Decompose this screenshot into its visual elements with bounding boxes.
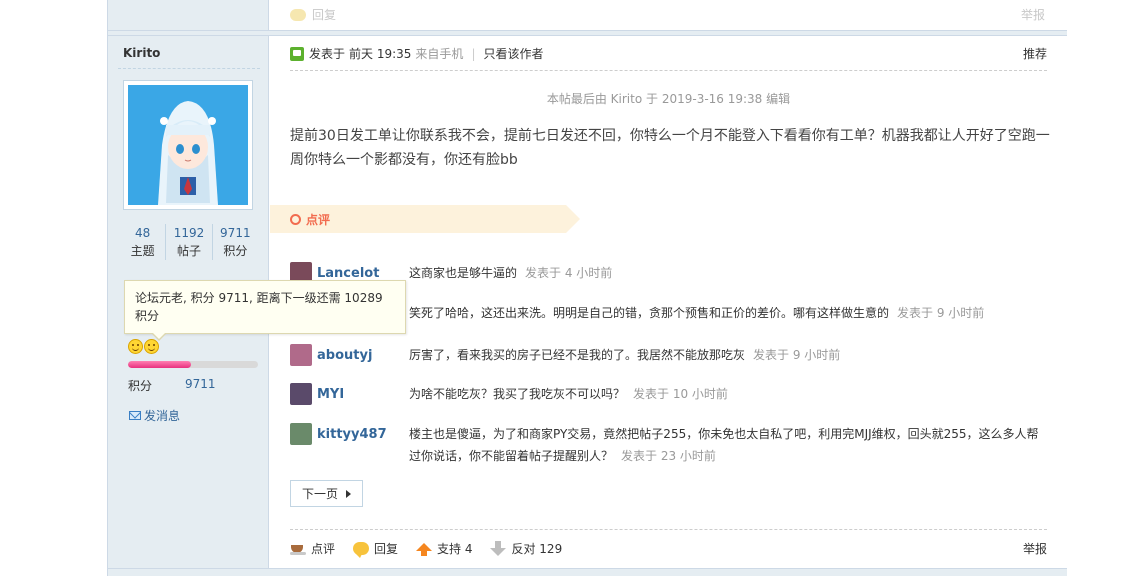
mail-icon (129, 411, 141, 420)
review-text: 这商家也是够牛逼的 发表于 4 小时前 (409, 262, 1049, 284)
send-message-link[interactable]: 发消息 (129, 407, 180, 424)
review-time: 发表于 10 小时前 (633, 387, 728, 401)
rank-tooltip: 论坛元老, 积分 9711, 距离下一级还需 10289 积分 (124, 280, 406, 341)
prev-reply-link[interactable]: 回复 (290, 6, 336, 23)
avatar-image (128, 85, 248, 205)
stat-points-value: 9711 (220, 226, 251, 240)
rank-tooltip-text: 论坛元老, 积分 9711, 距离下一级还需 10289 积分 (135, 291, 383, 323)
review-user[interactable]: MYI (290, 383, 344, 405)
review-user-name[interactable]: MYI (317, 387, 344, 402)
review-text: 为啥不能吃灰？我买了我吃灰不可以吗？ 发表于 10 小时前 (409, 383, 1049, 405)
post-separator (108, 30, 1067, 36)
next-page-label: 下一页 (301, 487, 338, 501)
review-body: 笑死了哈哈，这还出来洗。明明是自己的错，贪那个预售和正价的差价。哪有这样做生意的 (409, 306, 890, 320)
rank-progress-fill (128, 361, 192, 368)
review-body: 厉害了，看来我买的房子已经不是我的了。我居然不能放那吃灰 (409, 348, 746, 362)
tooltip-arrow (151, 332, 167, 341)
next-page-button[interactable]: 下一页 (290, 480, 363, 507)
review-time: 发表于 4 小时前 (525, 266, 613, 280)
divider (290, 70, 1047, 71)
post-header: 发表于 前天 19:35 来自手机 | 只看该作者 (290, 45, 1047, 62)
review-user-name[interactable]: aboutyj (317, 348, 372, 363)
review-user[interactable]: kittyy487 (290, 423, 387, 445)
divider (290, 529, 1047, 530)
posted-time: 前天 19:35 (349, 47, 412, 61)
divider (118, 68, 260, 69)
stat-threads[interactable]: 48 主题 (120, 224, 167, 260)
stat-threads-value: 48 (135, 226, 151, 240)
review-body: 这商家也是够牛逼的 (409, 266, 518, 280)
review-user-avatar[interactable] (290, 383, 312, 405)
stat-posts-value: 1192 (173, 226, 205, 240)
author-avatar[interactable] (123, 80, 253, 210)
chevron-right-icon (346, 489, 351, 498)
stat-posts-label: 帖子 (176, 244, 201, 258)
oppose-button[interactable]: 反对 129 (490, 540, 562, 557)
reply-button-label: 回复 (374, 542, 399, 556)
rank-medals (128, 339, 159, 354)
score-value: 9711 (185, 377, 216, 391)
author-name[interactable]: Kirito (123, 46, 160, 60)
review-ring-icon (290, 213, 301, 225)
arrow-down-icon (490, 540, 507, 556)
review-user-name[interactable]: kittyy487 (317, 427, 387, 442)
author-stats: 48 主题 1192 帖子 9711 积分 (120, 224, 258, 260)
support-button-label: 支持 4 (437, 542, 473, 556)
review-time: 发表于 9 小时前 (753, 348, 841, 362)
post-container: Kirito 48 主题 1192 帖子 9711 积分 积分 9711 发消息… (107, 0, 1067, 576)
review-section-label: 点评 (306, 212, 331, 227)
support-button[interactable]: 支持 4 (416, 540, 472, 557)
arrow-up-icon (416, 542, 433, 556)
review-user-avatar[interactable] (290, 423, 312, 445)
stat-posts[interactable]: 1192 帖子 (166, 224, 213, 260)
coffee-cup-icon (290, 542, 306, 556)
only-author-link[interactable]: 只看该作者 (483, 45, 543, 62)
post-content: 提前30日发工单让你联系我不会，提前七日发还不回，你特么一个月不能登入下看看你有… (290, 128, 1050, 168)
posted-prefix: 发表于 (309, 47, 346, 61)
stat-points-label: 积分 (223, 244, 248, 258)
report-link[interactable]: 举报 (1023, 540, 1047, 557)
header-separator: | (471, 46, 476, 61)
rank-progress-bar (128, 361, 258, 368)
review-time: 发表于 9 小时前 (897, 306, 985, 320)
review-user-avatar[interactable] (290, 344, 312, 366)
review-section-tag: 点评 (270, 205, 580, 233)
stat-points[interactable]: 9711 积分 (213, 224, 258, 260)
prev-report-link[interactable]: 举报 (1021, 6, 1045, 23)
post-separator (108, 568, 1067, 576)
reply-button[interactable]: 回复 (353, 540, 399, 558)
review-user[interactable]: aboutyj (290, 344, 372, 366)
smiley-medal-icon (128, 339, 143, 354)
review-body: 楼主也是傻逼，为了和商家PY交易，竟然把帖子255，你未免也太自私了吧，利用完M… (409, 427, 1039, 463)
recommend-link[interactable]: 推荐 (1023, 45, 1047, 62)
review-text: 笑死了哈哈，这还出来洗。明明是自己的错，贪那个预售和正价的差价。哪有这样做生意的… (409, 302, 1049, 324)
speech-bubble-icon (353, 542, 370, 558)
smiley-medal-icon (144, 339, 159, 354)
score-label: 积分 (128, 379, 153, 393)
review-body: 为啥不能吃灰？我买了我吃灰不可以吗？ (409, 387, 626, 401)
oppose-button-label: 反对 129 (511, 542, 563, 556)
from-mobile-link[interactable]: 来自手机 (415, 45, 463, 62)
review-button[interactable]: 点评 (290, 540, 335, 557)
post-actions: 点评 回复 支持 4 反对 129 (290, 540, 580, 558)
review-text: 厉害了，看来我买的房子已经不是我的了。我居然不能放那吃灰 发表于 9 小时前 (409, 344, 1049, 366)
post-status-icon (290, 46, 304, 61)
edit-note: 本帖最后由 Kirito 于 2019-3-16 19:38 编辑 (546, 92, 791, 106)
stat-threads-label: 主题 (130, 244, 155, 258)
review-time: 发表于 23 小时前 (621, 449, 716, 463)
review-button-label: 点评 (311, 542, 336, 556)
send-message-label: 发消息 (144, 409, 181, 423)
prev-reply-label: 回复 (312, 8, 337, 22)
review-user-name[interactable]: Lancelot (317, 266, 379, 281)
reply-bubble-icon (290, 8, 306, 21)
review-text: 楼主也是傻逼，为了和商家PY交易，竟然把帖子255，你未免也太自私了吧，利用完M… (409, 423, 1049, 467)
